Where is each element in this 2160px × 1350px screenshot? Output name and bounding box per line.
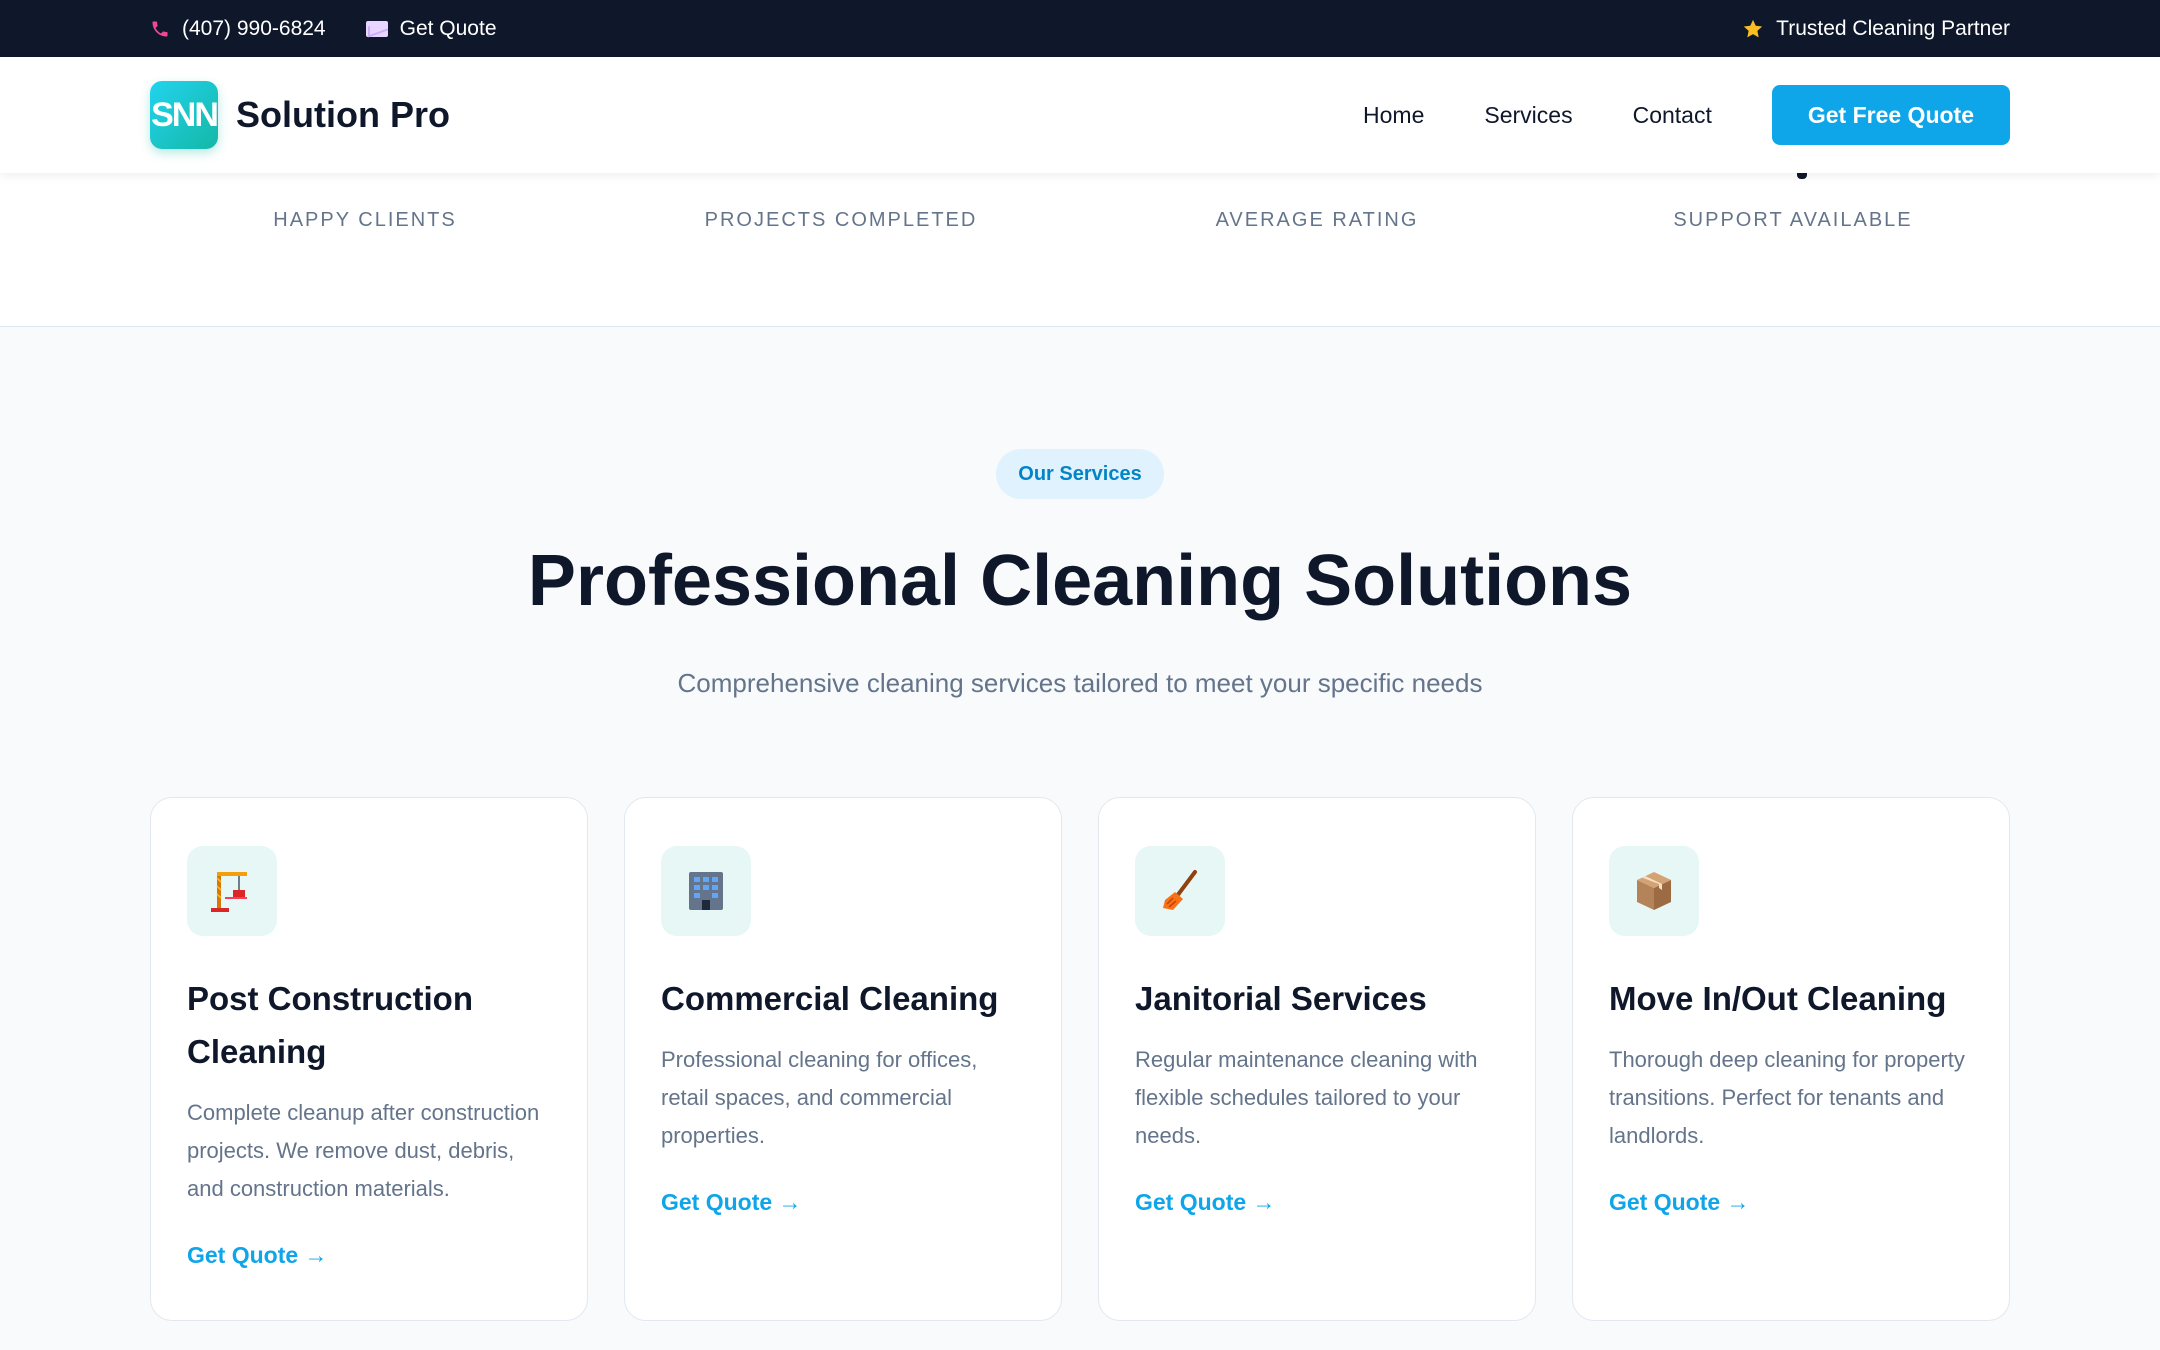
star-icon [1743, 19, 1763, 37]
card-get-quote-link[interactable]: Get Quote → [661, 1189, 802, 1216]
site-header: SNN Solution Pro Home Services Contact G… [0, 57, 2160, 173]
get-free-quote-button[interactable]: Get Free Quote [1771, 85, 2010, 145]
nav-services[interactable]: Services [1484, 102, 1572, 129]
brand-logo: SNN [150, 81, 218, 149]
card-get-quote-link[interactable]: Get Quote → [1609, 1189, 1750, 1216]
stat-value-fragment [1797, 173, 1807, 179]
trusted-label: Trusted Cleaning Partner [1776, 16, 2010, 40]
top-bar-contacts: (407) 990-6824 Get Quote [150, 17, 497, 41]
broom-icon [1135, 846, 1225, 936]
card-description: Thorough deep cleaning for property tran… [1609, 1047, 1965, 1148]
service-card-post-construction: Post Construction Cleaning Complete clea… [150, 797, 588, 1321]
card-title: Janitorial Services [1135, 980, 1427, 1017]
service-card-janitorial: Janitorial Services Regular maintenance … [1098, 797, 1536, 1321]
card-title: Post Construction Cleaning [187, 980, 473, 1070]
main-nav: Home Services Contact Get Free Quote [1363, 85, 2010, 145]
section-title: Professional Cleaning Solutions [527, 541, 1633, 621]
card-description: Complete cleanup after construction proj… [187, 1100, 540, 1201]
phone-link[interactable]: (407) 990-6824 [150, 17, 326, 41]
office-building-icon [661, 846, 751, 936]
section-pill: Our Services [996, 449, 1164, 499]
stat-label-happy-clients: HAPPY CLIENTS [273, 209, 457, 231]
nav-home[interactable]: Home [1363, 102, 1424, 129]
nav-contact[interactable]: Contact [1633, 102, 1712, 129]
stats-strip: HAPPY CLIENTS PROJECTS COMPLETED AVERAGE… [0, 173, 2160, 327]
service-card-move-in-out: Move In/Out Cleaning Thorough deep clean… [1572, 797, 2010, 1321]
card-description: Professional cleaning for offices, retai… [661, 1047, 978, 1148]
construction-crane-icon [187, 846, 277, 936]
top-quote-label: Get Quote [399, 16, 497, 40]
card-get-quote-link[interactable]: Get Quote → [1135, 1189, 1276, 1216]
section-subtitle: Comprehensive cleaning services tailored… [677, 668, 1483, 698]
stat-label-average-rating: AVERAGE RATING [1215, 209, 1419, 231]
card-get-quote-link[interactable]: Get Quote → [187, 1242, 328, 1269]
stat-label-projects-completed: PROJECTS COMPLETED [704, 209, 978, 231]
brand-name: Solution Pro [236, 94, 450, 135]
top-bar: (407) 990-6824 Get Quote Trusted Cleanin… [0, 0, 2160, 57]
top-quote-link[interactable]: Get Quote [365, 16, 497, 41]
stat-label-support-available: SUPPORT AVAILABLE [1673, 209, 1913, 231]
card-title: Move In/Out Cleaning [1609, 980, 1947, 1017]
envelope-icon [365, 20, 388, 37]
brand[interactable]: SNN Solution Pro [150, 81, 450, 149]
service-card-commercial: Commercial Cleaning Professional cleanin… [624, 797, 1062, 1321]
package-box-icon [1609, 846, 1699, 936]
phone-icon [152, 21, 168, 36]
phone-number: (407) 990-6824 [182, 16, 326, 40]
card-title: Commercial Cleaning [661, 980, 999, 1017]
trusted-badge: Trusted Cleaning Partner [1742, 17, 2010, 41]
card-description: Regular maintenance cleaning with flexib… [1135, 1047, 1478, 1148]
